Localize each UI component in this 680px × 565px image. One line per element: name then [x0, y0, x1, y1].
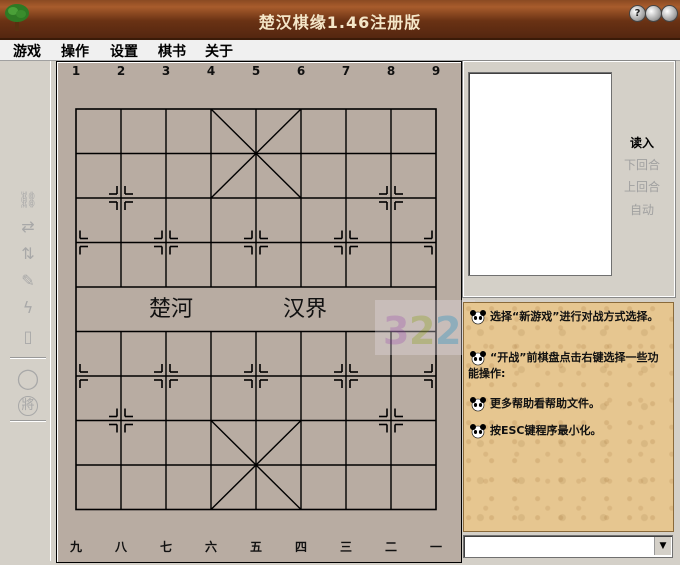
tip-item: 选择“新游戏”进行对战方式选择。	[468, 309, 668, 325]
river-label-han: 汉界	[283, 297, 328, 322]
tip-item: 更多帮助看帮助文件。	[468, 396, 668, 412]
help-button[interactable]: ?	[629, 5, 646, 22]
swap-vertical-icon: ⇅	[21, 244, 35, 263]
menu-bar: 游戏 操作 设置 棋书 关于	[0, 40, 680, 61]
bottom-file-label: 一	[429, 540, 442, 554]
svg-text:2: 2	[409, 309, 435, 353]
menu-settings[interactable]: 设置	[110, 41, 138, 61]
chevron-down-icon: ▼	[659, 541, 667, 551]
panda-icon	[470, 310, 486, 325]
circle-button[interactable]: ◯	[6, 366, 50, 390]
tips-panel: 选择“新游戏”进行对战方式选择。 “开战”前棋盘点击右键选择一些功能操作: 更多…	[463, 302, 674, 532]
svg-text:2: 2	[435, 309, 461, 353]
auto-play-button[interactable]: 自动	[614, 201, 670, 218]
next-round-button[interactable]: 下回合	[614, 156, 670, 173]
swap-vertical-button[interactable]: ⇅	[6, 244, 50, 268]
link-button[interactable]: ⛓	[6, 190, 50, 214]
swap-horizontal-button[interactable]: ⇄	[6, 217, 50, 241]
tip-text-help: 更多帮助看帮助文件。	[490, 397, 600, 410]
move-panel: 读入 下回合 上回合 自动	[462, 60, 676, 298]
panda-icon	[470, 424, 486, 439]
close-button[interactable]	[661, 5, 678, 22]
app-window: 楚汉棋缘1.46注册版 ? 游戏 操作 设置 棋书 关于 ⛓ ⇄ ⇅ ✎ ϟ ▯…	[0, 0, 680, 565]
load-button[interactable]: 读入	[614, 134, 670, 151]
watermark-logo-icon: 3 2 2	[375, 300, 475, 355]
menu-operate[interactable]: 操作	[61, 41, 89, 61]
bottom-file-label: 八	[114, 540, 127, 554]
menu-game[interactable]: 游戏	[13, 41, 41, 61]
circle-icon: ◯	[16, 366, 40, 390]
lightning-icon: ϟ	[22, 298, 34, 317]
general-piece-icon: 將	[18, 396, 38, 416]
tip-item: “开战”前棋盘点击右键选择一些功能操作:	[468, 350, 668, 381]
bottom-file-label: 四	[294, 540, 307, 554]
command-combo-box[interactable]: ▼	[463, 535, 673, 558]
tip-text-esc: 按ESC键程序最小化。	[490, 424, 602, 437]
bottom-file-label: 五	[249, 540, 262, 554]
move-list[interactable]	[468, 72, 612, 276]
panda-icon	[470, 351, 486, 366]
tip-item: 按ESC键程序最小化。	[468, 423, 668, 439]
bottom-file-label: 九	[69, 540, 82, 554]
bottom-file-label: 二	[384, 540, 397, 554]
general-piece-button[interactable]: 將	[6, 396, 50, 420]
panda-icon	[470, 397, 486, 412]
window-title: 楚汉棋缘1.46注册版	[258, 13, 422, 32]
door-button[interactable]: ▯	[6, 327, 50, 351]
bottom-file-label: 七	[159, 540, 172, 554]
toolbar-divider	[50, 61, 51, 561]
tip-text-new-game: 选择“新游戏”进行对战方式选择。	[490, 310, 659, 323]
svg-text:3: 3	[383, 309, 409, 353]
toolbar-separator	[10, 357, 46, 359]
lightning-button[interactable]: ϟ	[6, 298, 50, 322]
menu-chess-book[interactable]: 棋书	[158, 41, 186, 61]
tip-text-right-click: “开战”前棋盘点击右键选择一些功能操作:	[468, 351, 659, 380]
previous-round-button[interactable]: 上回合	[614, 178, 670, 195]
toolbar-separator	[10, 420, 46, 422]
menu-about[interactable]: 关于	[205, 41, 233, 61]
title-bar[interactable]: 楚汉棋缘1.46注册版 ?	[0, 0, 680, 40]
magic-icon: ✎	[21, 271, 35, 290]
minimize-button[interactable]	[645, 5, 662, 22]
link-icon: ⛓	[17, 190, 39, 209]
help-icon: ?	[634, 8, 641, 19]
bottom-file-label: 三	[339, 540, 352, 554]
swap-horizontal-icon: ⇄	[21, 217, 35, 236]
combo-dropdown-button[interactable]: ▼	[654, 537, 671, 555]
bottom-file-label: 六	[204, 540, 217, 554]
river-label-chu: 楚河	[149, 297, 194, 322]
magic-button[interactable]: ✎	[6, 271, 50, 295]
door-icon: ▯	[23, 327, 33, 346]
